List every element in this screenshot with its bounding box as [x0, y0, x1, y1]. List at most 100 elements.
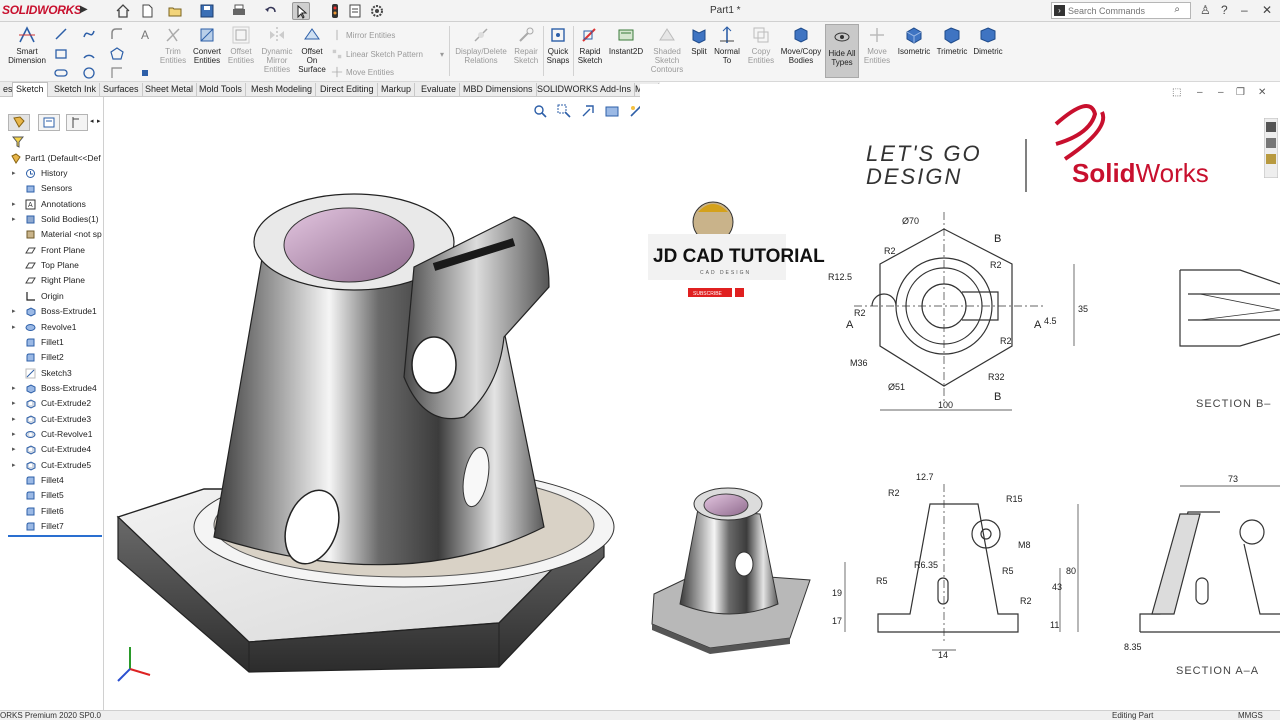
shaded-sketch-contours-button[interactable]: Shaded Sketch Contours — [648, 25, 686, 74]
tree-node-top-plane[interactable]: Top Plane — [8, 258, 104, 273]
expand-arrow-icon[interactable]: ▸ — [12, 442, 16, 457]
tree-node-fillet5[interactable]: Fillet5 — [8, 488, 104, 503]
copy-entities-button[interactable]: Copy Entities — [744, 25, 778, 65]
save-icon[interactable] — [198, 2, 216, 20]
repair-sketch-button[interactable]: Repair Sketch — [512, 25, 540, 65]
tree-node-history[interactable]: ▸ History — [8, 166, 104, 181]
isometric-button[interactable]: Isometric — [894, 25, 934, 56]
offset-entities-button[interactable]: Offset Entities — [225, 25, 257, 65]
tree-node-fillet7[interactable]: Fillet7 — [8, 519, 104, 534]
split-button[interactable]: Split — [688, 25, 710, 56]
tree-node-fillet2[interactable]: Fillet2 — [8, 350, 104, 365]
tab-surfaces[interactable]: Surfaces — [100, 83, 143, 97]
tree-node-fillet6[interactable]: Fillet6 — [8, 504, 104, 519]
bell-icon[interactable] — [735, 288, 744, 297]
line-icon[interactable] — [54, 27, 68, 41]
tab-mbd-dimensions[interactable]: MBD Dimensions — [460, 83, 537, 97]
point-icon[interactable] — [110, 66, 124, 80]
doc-restore-icon[interactable]: ❐ — [1236, 87, 1245, 98]
tree-root-part1[interactable]: Part1 (Default<<Def — [8, 151, 104, 166]
open-folder-icon[interactable] — [166, 2, 184, 20]
rectangle-icon[interactable] — [54, 47, 68, 61]
tabs-left-arrow-icon[interactable]: ◂ — [90, 117, 94, 125]
tree-node-cut-extrude3[interactable]: ▸ Cut-Extrude3 — [8, 412, 104, 427]
arc-icon[interactable] — [82, 47, 96, 61]
expand-menu-icon[interactable]: ▶ — [80, 4, 88, 15]
hide-all-types-button[interactable]: Hide All Types — [825, 24, 859, 78]
tree-node-sensors[interactable]: Sensors — [8, 181, 104, 196]
property-manager-tab-icon[interactable] — [38, 114, 60, 131]
expand-arrow-icon[interactable]: ▸ — [12, 320, 16, 335]
tree-node-revolve1[interactable]: ▸ Revolve1 — [8, 320, 104, 335]
instant2d-button[interactable]: Instant2D — [606, 25, 646, 56]
circle-icon[interactable] — [82, 66, 96, 80]
tree-node-fillet1[interactable]: Fillet1 — [8, 335, 104, 350]
section-view-icon[interactable] — [604, 103, 620, 119]
tab-solidworks-add-ins[interactable]: SOLIDWORKS Add-Ins — [534, 83, 636, 97]
tree-node-right-plane[interactable]: Right Plane — [8, 273, 104, 288]
move-entities-label[interactable]: Move Entities — [346, 68, 394, 77]
tree-node-cut-extrude2[interactable]: ▸ Cut-Extrude2 — [8, 396, 104, 411]
expand-arrow-icon[interactable]: ▸ — [12, 166, 16, 181]
rapid-sketch-button[interactable]: Rapid Sketch — [576, 25, 604, 65]
move-entities-small-icon[interactable] — [331, 66, 343, 78]
tab-sketch[interactable]: Sketch — [12, 82, 48, 97]
search-icon[interactable]: ⌕ — [1174, 4, 1180, 15]
move-entities-button[interactable]: Move Entities — [861, 25, 893, 65]
expand-arrow-icon[interactable]: ▸ — [12, 304, 16, 319]
help-icon[interactable]: ? — [1221, 3, 1228, 17]
doc-close-icon[interactable]: ✕ — [1258, 87, 1266, 98]
expand-arrow-icon[interactable]: ▸ — [12, 197, 16, 212]
tab-markup[interactable]: Markup — [378, 83, 416, 97]
expand-arrow-icon[interactable]: ▸ — [12, 396, 16, 411]
display-delete-relations-button[interactable]: Display/Delete Relations — [452, 25, 510, 65]
trim-entities-button[interactable]: Trim Entities — [156, 25, 190, 65]
options-gear-icon[interactable] — [368, 2, 386, 20]
file-properties-icon[interactable] — [346, 2, 364, 20]
expand-arrow-icon[interactable]: ▸ — [12, 458, 16, 473]
select-cursor-icon[interactable] — [292, 2, 310, 20]
normal-to-button[interactable]: Normal To — [712, 25, 742, 65]
home-icon[interactable] — [114, 2, 132, 20]
tab-evaluate[interactable]: Evaluate — [418, 83, 461, 97]
filter-icon[interactable] — [12, 136, 24, 148]
trimetric-button[interactable]: Trimetric — [934, 25, 970, 56]
minimize-icon[interactable]: – — [1241, 3, 1248, 17]
tabs-right-arrow-icon[interactable]: ▸ — [97, 117, 101, 125]
mirror-entities-icon[interactable] — [331, 29, 343, 41]
doc-minimize2-icon[interactable]: – — [1218, 87, 1224, 98]
sketch-fillet-icon[interactable] — [110, 27, 124, 41]
rollback-bar[interactable] — [8, 535, 102, 537]
previous-view-icon[interactable] — [580, 103, 596, 119]
dynamic-mirror-button[interactable]: Dynamic Mirror Entities — [257, 25, 297, 74]
part-model-3d[interactable] — [104, 97, 640, 710]
units-indicator[interactable]: MMGS — [1238, 711, 1263, 720]
smart-dimension-button[interactable]: Smart Dimension — [4, 25, 50, 65]
tab-sheet-metal[interactable]: Sheet Metal — [142, 83, 198, 97]
tree-node-cut-extrude4[interactable]: ▸ Cut-Extrude4 — [8, 442, 104, 457]
print-icon[interactable] — [230, 2, 248, 20]
close-icon[interactable]: ✕ — [1262, 3, 1272, 17]
configuration-tab-icon[interactable] — [66, 114, 88, 131]
slot-icon[interactable] — [54, 66, 68, 80]
tree-node-material-not-sp[interactable]: Material <not sp — [8, 227, 104, 242]
traffic-light-icon[interactable] — [326, 2, 344, 20]
user-icon[interactable]: ♙ — [1200, 3, 1211, 17]
offset-on-surface-button[interactable]: Offset On Surface — [297, 25, 327, 74]
zoom-area-icon[interactable] — [556, 103, 572, 119]
tree-node-cut-extrude5[interactable]: ▸ Cut-Extrude5 — [8, 458, 104, 473]
text-tool-icon[interactable]: A — [138, 27, 152, 41]
tab-direct-editing[interactable]: Direct Editing — [317, 83, 378, 97]
search-input[interactable] — [1068, 3, 1168, 18]
tree-node-front-plane[interactable]: Front Plane — [8, 243, 104, 258]
expand-arrow-icon[interactable]: ▸ — [12, 412, 16, 427]
convert-entities-button[interactable]: Convert Entities — [190, 25, 224, 65]
pattern-dropdown-icon[interactable]: ▾ — [440, 50, 444, 59]
graphics-area[interactable] — [104, 97, 640, 710]
mirror-entities-label[interactable]: Mirror Entities — [346, 31, 395, 40]
linear-pattern-icon[interactable] — [331, 48, 343, 60]
zoom-to-fit-icon[interactable] — [532, 103, 548, 119]
new-document-icon[interactable] — [138, 2, 156, 20]
tree-node-solid-bodies-1[interactable]: ▸ Solid Bodies(1) — [8, 212, 104, 227]
tree-node-boss-extrude4[interactable]: ▸ Boss-Extrude4 — [8, 381, 104, 396]
